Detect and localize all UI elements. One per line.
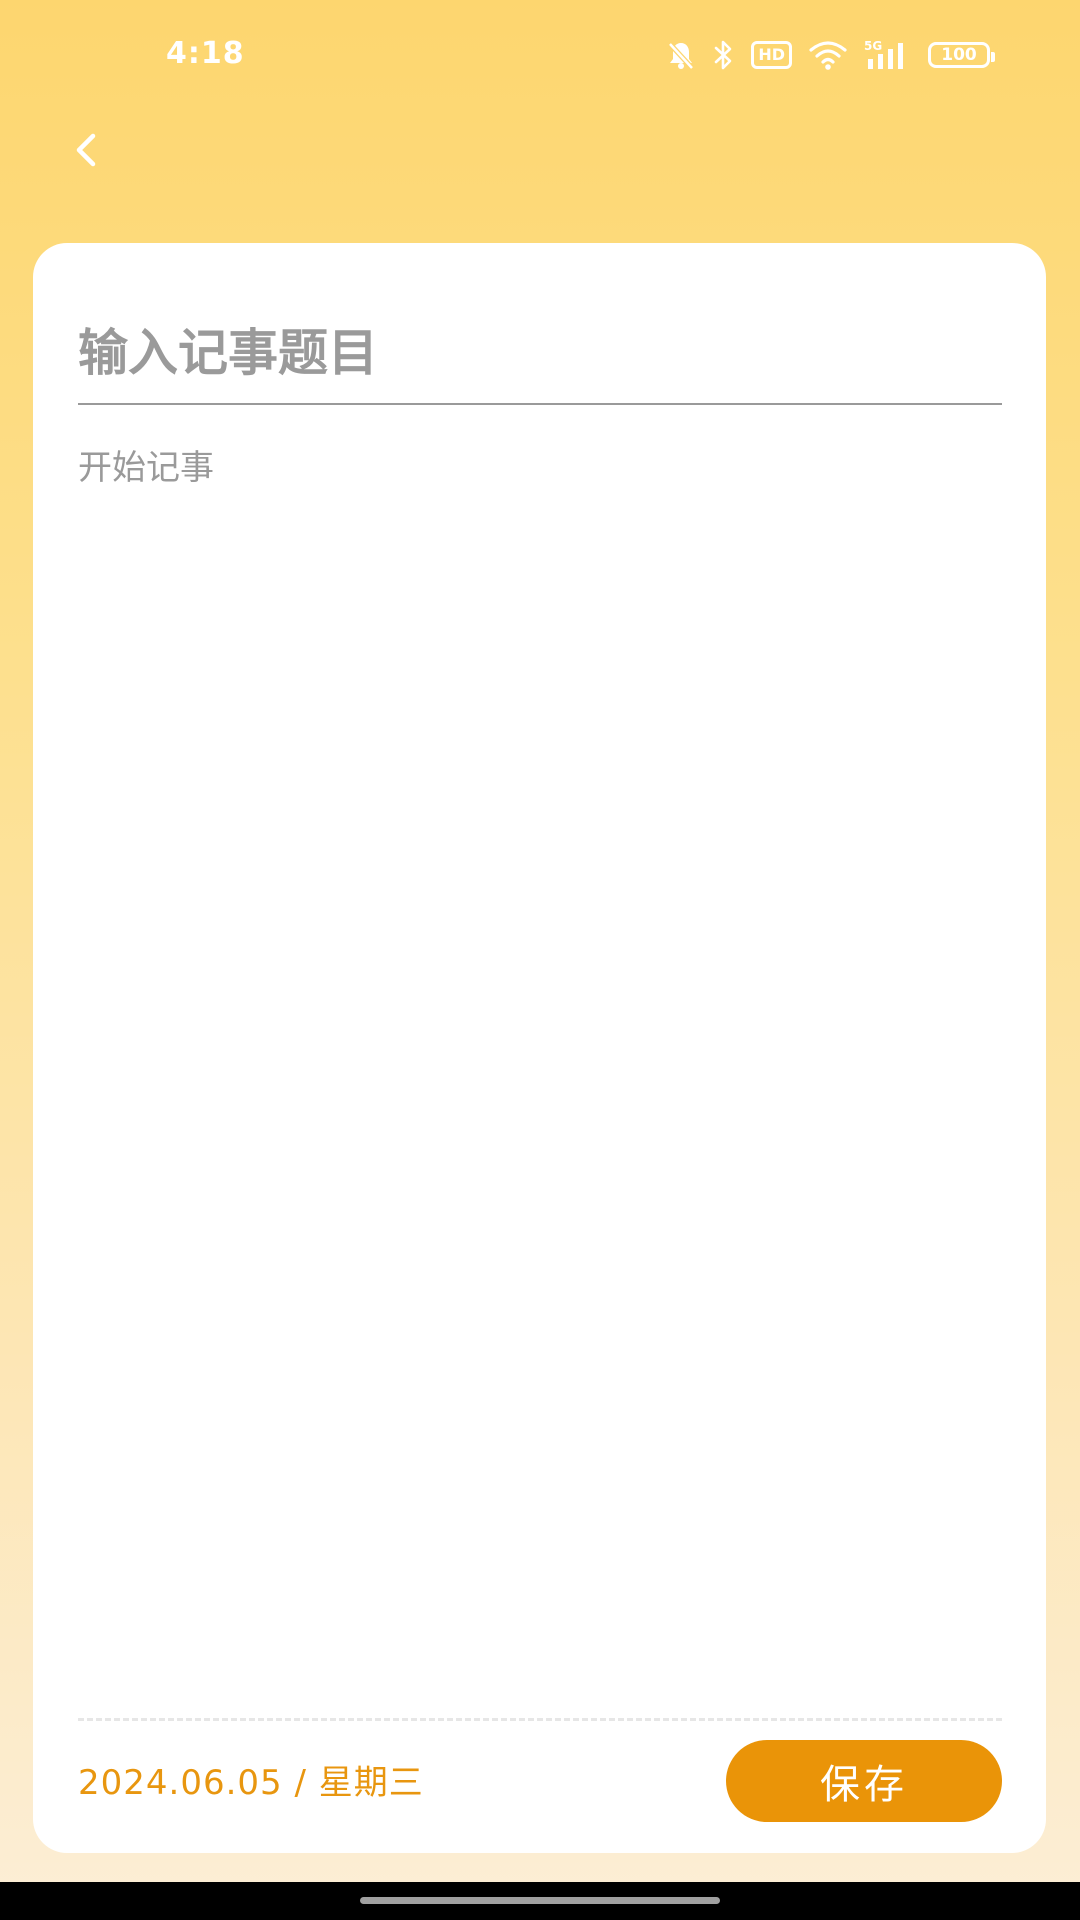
note-content-input[interactable] <box>78 443 1002 1643</box>
back-button[interactable] <box>56 120 116 180</box>
battery-level: 100 <box>928 42 995 68</box>
status-bar: 4:18 HD 5G 100 <box>0 0 1080 110</box>
bell-off-icon <box>665 36 697 74</box>
chevron-left-icon <box>76 133 96 167</box>
home-gesture-handle[interactable] <box>360 1897 720 1904</box>
hd-icon: HD <box>751 36 792 74</box>
status-time: 4:18 <box>166 36 245 71</box>
battery-icon: 100 <box>928 36 995 74</box>
signal-5g-icon: 5G <box>864 36 912 74</box>
svg-text:5G: 5G <box>864 39 882 53</box>
title-divider <box>78 403 1002 405</box>
note-card: 2024.06.05 / 星期三 保存 <box>33 243 1046 1853</box>
navigation-bar <box>0 1882 1080 1920</box>
note-title-input[interactable] <box>78 313 1002 393</box>
save-button[interactable]: 保存 <box>726 1740 1002 1822</box>
wifi-icon <box>808 36 848 74</box>
status-icons: HD 5G 100 <box>665 36 995 74</box>
footer-divider <box>78 1718 1002 1721</box>
note-date: 2024.06.05 / 星期三 <box>78 1763 424 1803</box>
bluetooth-icon <box>713 36 735 74</box>
